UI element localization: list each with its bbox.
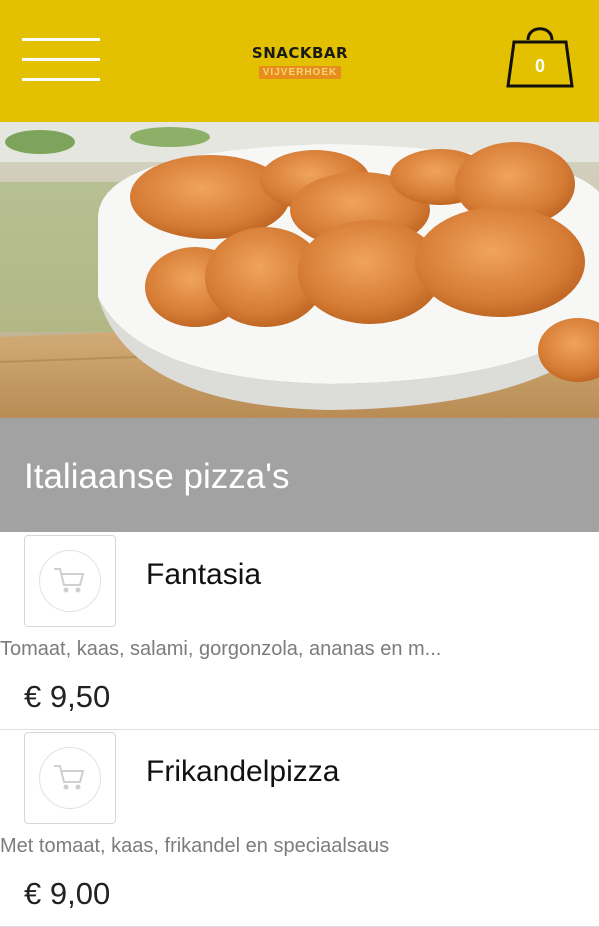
product-list-item[interactable]: Frikandelpizza Met tomaat, kaas, frikand… [0, 730, 599, 927]
product-price: € 9,00 [24, 876, 111, 911]
product-price: € 9,50 [24, 679, 111, 714]
hero-image-chicken-nuggets [0, 122, 599, 418]
category-banner: Italiaanse pizza's [0, 418, 599, 532]
cart-count-badge: 0 [534, 56, 545, 76]
shopping-cart-button[interactable]: 0 [506, 20, 574, 92]
app-header: SNACKBAR VIJVERHOEK 0 [0, 0, 599, 122]
hamburger-menu-button[interactable] [22, 38, 100, 84]
product-name: Frikandelpizza [146, 755, 340, 788]
add-to-cart-button[interactable] [24, 535, 116, 627]
menu-bar [22, 38, 100, 41]
category-title: Italiaanse pizza's [24, 457, 290, 496]
product-name: Fantasia [146, 558, 262, 591]
add-to-cart-icon [54, 568, 85, 593]
product-description: Met tomaat, kaas, frikandel en speciaals… [0, 835, 390, 857]
add-to-cart-icon [54, 765, 85, 790]
brand-logo-bottom: VIJVERHOEK [258, 66, 342, 79]
brand-logo-top: SNACKBAR [251, 44, 349, 62]
menu-bar [22, 58, 100, 61]
add-to-cart-button[interactable] [24, 732, 116, 824]
menu-bar [22, 78, 100, 81]
brand-logo[interactable]: SNACKBAR VIJVERHOEK [246, 44, 354, 80]
product-list-item[interactable]: Fantasia Tomaat, kaas, salami, gorgonzol… [0, 533, 599, 730]
product-description: Tomaat, kaas, salami, gorgonzola, ananas… [0, 638, 442, 660]
